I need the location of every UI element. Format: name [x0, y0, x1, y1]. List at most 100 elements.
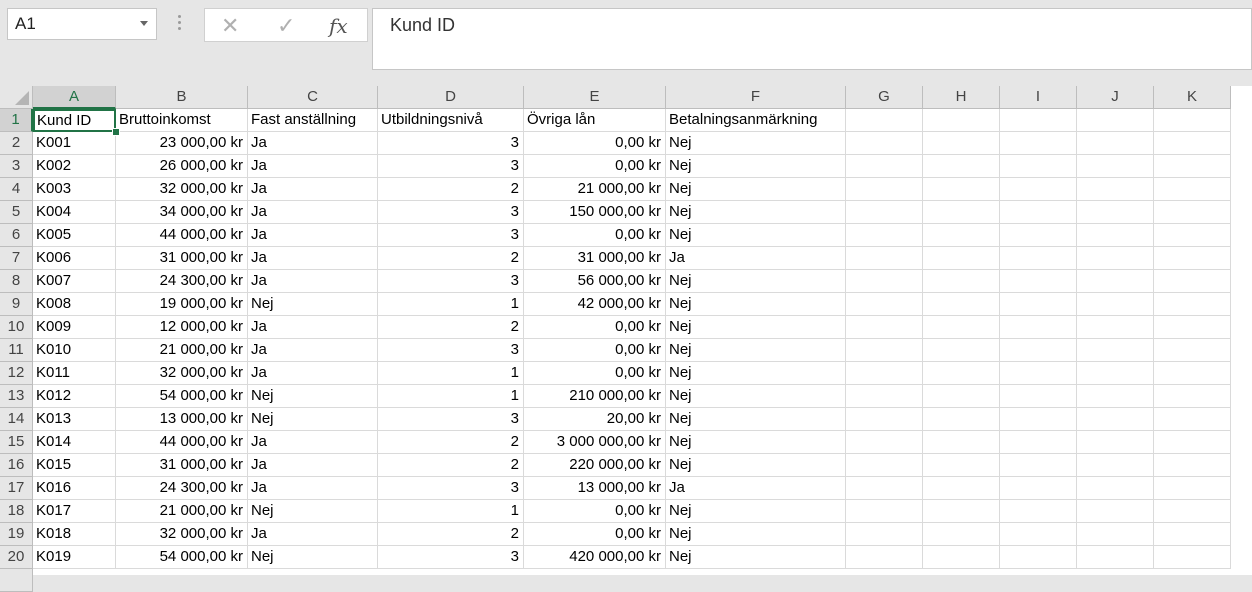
- cell-b18[interactable]: 21 000,00 kr: [116, 500, 248, 523]
- cell-k4[interactable]: [1154, 178, 1231, 201]
- cell-i20[interactable]: [1000, 546, 1077, 569]
- column-header-b[interactable]: B: [116, 86, 248, 109]
- cell-d17[interactable]: 3: [378, 477, 524, 500]
- cell-a9[interactable]: K008: [33, 293, 116, 316]
- cell-c8[interactable]: Ja: [248, 270, 378, 293]
- cell-a17[interactable]: K016: [33, 477, 116, 500]
- cell-b13[interactable]: 54 000,00 kr: [116, 385, 248, 408]
- column-header-k[interactable]: K: [1154, 86, 1231, 109]
- cell-b10[interactable]: 12 000,00 kr: [116, 316, 248, 339]
- cell-i10[interactable]: [1000, 316, 1077, 339]
- spreadsheet-grid[interactable]: A B C D E F G H I J K 1 Kund ID Bruttoinkomst Fast ans…: [0, 86, 1252, 592]
- cell-c18[interactable]: Nej: [248, 500, 378, 523]
- cell-i3[interactable]: [1000, 155, 1077, 178]
- cell-j4[interactable]: [1077, 178, 1154, 201]
- cell-a8[interactable]: K007: [33, 270, 116, 293]
- cell-c3[interactable]: Ja: [248, 155, 378, 178]
- row-header-16[interactable]: 16: [0, 454, 33, 477]
- cell-b7[interactable]: 31 000,00 kr: [116, 247, 248, 270]
- cell-d20[interactable]: 3: [378, 546, 524, 569]
- chevron-down-icon[interactable]: [140, 21, 148, 26]
- cell-c5[interactable]: Ja: [248, 201, 378, 224]
- cell-f6[interactable]: Nej: [666, 224, 846, 247]
- cell-a15[interactable]: K014: [33, 431, 116, 454]
- cell-h15[interactable]: [923, 431, 1000, 454]
- cell-d3[interactable]: 3: [378, 155, 524, 178]
- cell-e20[interactable]: 420 000,00 kr: [524, 546, 666, 569]
- cell-e3[interactable]: 0,00 kr: [524, 155, 666, 178]
- cell-h3[interactable]: [923, 155, 1000, 178]
- row-header-21[interactable]: [0, 569, 33, 592]
- cell-a14[interactable]: K013: [33, 408, 116, 431]
- row-header-6[interactable]: 6: [0, 224, 33, 247]
- cell-j5[interactable]: [1077, 201, 1154, 224]
- cell-a10[interactable]: K009: [33, 316, 116, 339]
- cell-i11[interactable]: [1000, 339, 1077, 362]
- cell-j10[interactable]: [1077, 316, 1154, 339]
- cell-k9[interactable]: [1154, 293, 1231, 316]
- cell-e5[interactable]: 150 000,00 kr: [524, 201, 666, 224]
- cell-d13[interactable]: 1: [378, 385, 524, 408]
- column-header-c[interactable]: C: [248, 86, 378, 109]
- cell-f15[interactable]: Nej: [666, 431, 846, 454]
- cell-g5[interactable]: [846, 201, 923, 224]
- cell-e12[interactable]: 0,00 kr: [524, 362, 666, 385]
- cell-e11[interactable]: 0,00 kr: [524, 339, 666, 362]
- row-header-7[interactable]: 7: [0, 247, 33, 270]
- row-header-1[interactable]: 1: [0, 109, 33, 132]
- cell-d7[interactable]: 2: [378, 247, 524, 270]
- cell-h8[interactable]: [923, 270, 1000, 293]
- cell-j16[interactable]: [1077, 454, 1154, 477]
- cell-a6[interactable]: K005: [33, 224, 116, 247]
- row-header-2[interactable]: 2: [0, 132, 33, 155]
- cell-g4[interactable]: [846, 178, 923, 201]
- cell-e9[interactable]: 42 000,00 kr: [524, 293, 666, 316]
- cell-k2[interactable]: [1154, 132, 1231, 155]
- row-header-17[interactable]: 17: [0, 477, 33, 500]
- cell-j12[interactable]: [1077, 362, 1154, 385]
- cell-f18[interactable]: Nej: [666, 500, 846, 523]
- cell-g12[interactable]: [846, 362, 923, 385]
- cell-f14[interactable]: Nej: [666, 408, 846, 431]
- cell-b16[interactable]: 31 000,00 kr: [116, 454, 248, 477]
- cell-d15[interactable]: 2: [378, 431, 524, 454]
- cell-j13[interactable]: [1077, 385, 1154, 408]
- cell-a3[interactable]: K002: [33, 155, 116, 178]
- cell-j11[interactable]: [1077, 339, 1154, 362]
- cell-e19[interactable]: 0,00 kr: [524, 523, 666, 546]
- cell-i8[interactable]: [1000, 270, 1077, 293]
- cell-h20[interactable]: [923, 546, 1000, 569]
- cell-e17[interactable]: 13 000,00 kr: [524, 477, 666, 500]
- cell-i5[interactable]: [1000, 201, 1077, 224]
- cell-k7[interactable]: [1154, 247, 1231, 270]
- cell-d1[interactable]: Utbildningsnivå: [378, 109, 524, 132]
- cell-h16[interactable]: [923, 454, 1000, 477]
- formula-input[interactable]: Kund ID: [372, 8, 1252, 70]
- cell-b3[interactable]: 26 000,00 kr: [116, 155, 248, 178]
- cell-e8[interactable]: 56 000,00 kr: [524, 270, 666, 293]
- cell-g15[interactable]: [846, 431, 923, 454]
- row-header-11[interactable]: 11: [0, 339, 33, 362]
- cell-k13[interactable]: [1154, 385, 1231, 408]
- cell-h18[interactable]: [923, 500, 1000, 523]
- cell-a1[interactable]: Kund ID: [33, 109, 116, 132]
- cell-a11[interactable]: K010: [33, 339, 116, 362]
- cell-c7[interactable]: Ja: [248, 247, 378, 270]
- cell-f12[interactable]: Nej: [666, 362, 846, 385]
- cell-h12[interactable]: [923, 362, 1000, 385]
- cell-e16[interactable]: 220 000,00 kr: [524, 454, 666, 477]
- cell-e6[interactable]: 0,00 kr: [524, 224, 666, 247]
- cell-j6[interactable]: [1077, 224, 1154, 247]
- cell-h10[interactable]: [923, 316, 1000, 339]
- cell-f9[interactable]: Nej: [666, 293, 846, 316]
- cell-c14[interactable]: Nej: [248, 408, 378, 431]
- cell-j3[interactable]: [1077, 155, 1154, 178]
- cell-b4[interactable]: 32 000,00 kr: [116, 178, 248, 201]
- cell-j2[interactable]: [1077, 132, 1154, 155]
- cell-k11[interactable]: [1154, 339, 1231, 362]
- cell-e13[interactable]: 210 000,00 kr: [524, 385, 666, 408]
- cell-h9[interactable]: [923, 293, 1000, 316]
- cell-c12[interactable]: Ja: [248, 362, 378, 385]
- cell-b12[interactable]: 32 000,00 kr: [116, 362, 248, 385]
- drag-handle-icon[interactable]: [176, 12, 182, 34]
